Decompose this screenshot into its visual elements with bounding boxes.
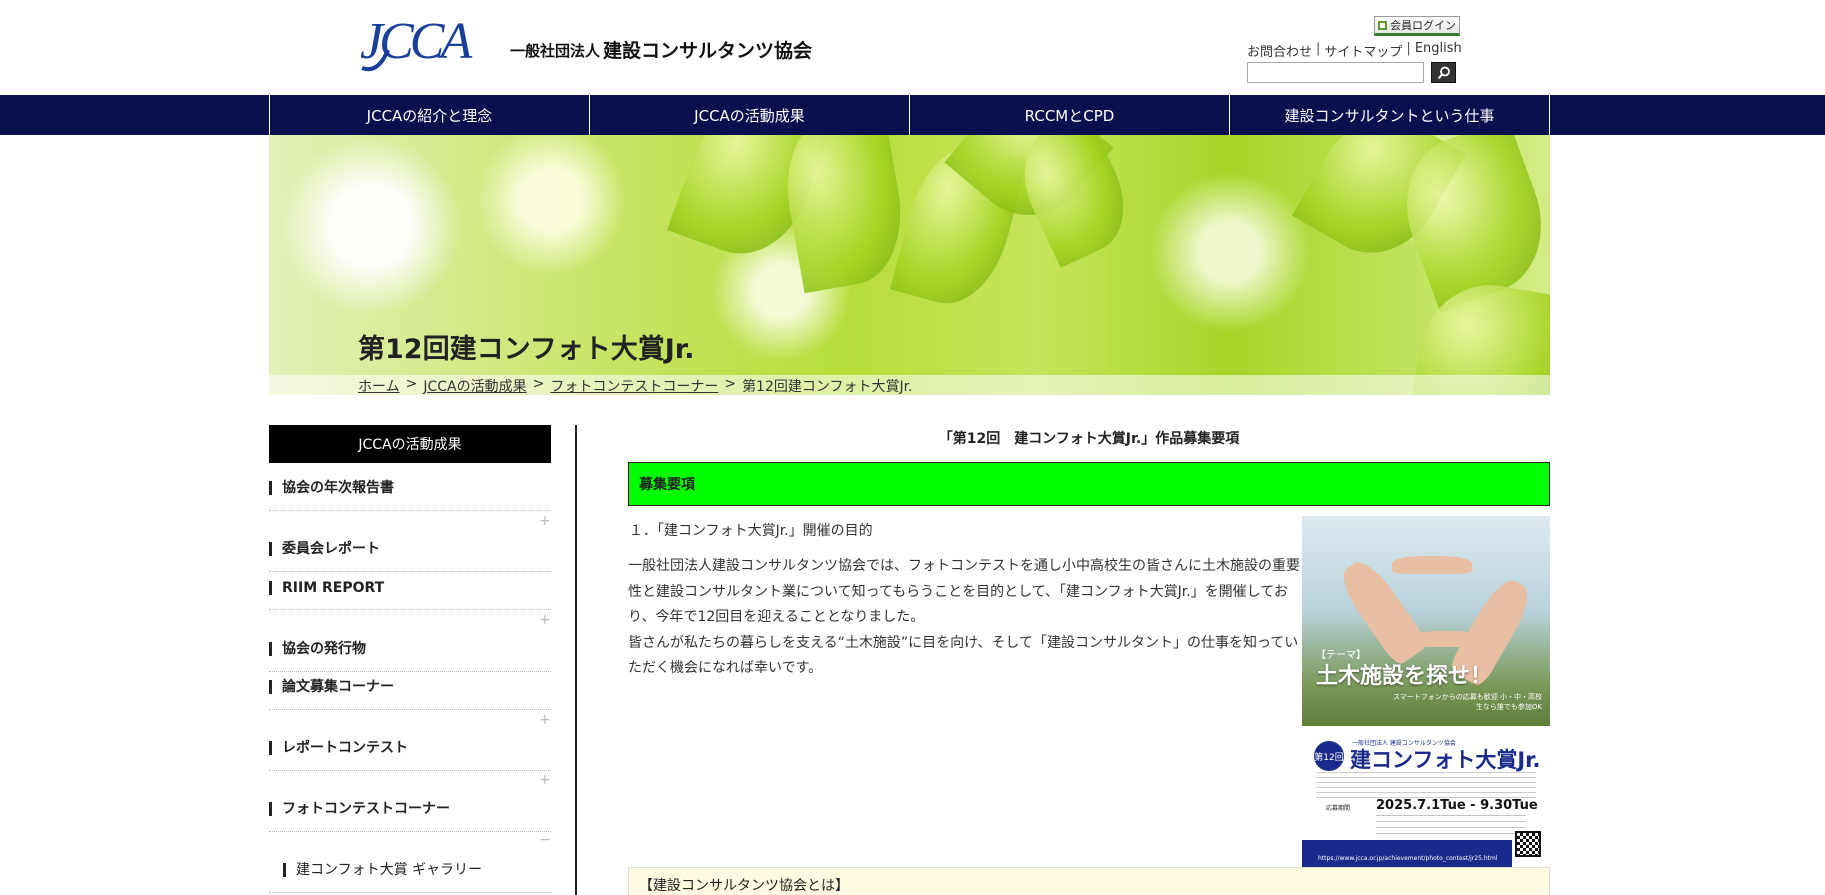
org-name[interactable]: 建設コンサルタンツ協会 xyxy=(603,36,812,63)
svg-text:JCCA: JCCA xyxy=(360,13,472,70)
search-input[interactable] xyxy=(1247,62,1424,83)
sidebar-item-photo-contest[interactable]: フォトコンテストコーナー xyxy=(269,802,551,816)
nav-item-consultant-work[interactable]: 建設コンサルタントという仕事 xyxy=(1230,95,1550,135)
collapse-icon[interactable]: − xyxy=(539,832,551,848)
page-title: 第12回建コンフォト大賞Jr. xyxy=(358,334,695,365)
jcca-logo[interactable]: JCCA xyxy=(358,10,493,75)
breadcrumb: ホーム > JCCAの活動成果 > フォトコンテストコーナー > 第12回建コン… xyxy=(358,376,913,396)
nav-item-achievements[interactable]: JCCAの活動成果 xyxy=(590,95,910,135)
sidebar-item-committee-report[interactable]: 委員会レポート xyxy=(269,542,551,556)
sidebar-item-publications[interactable]: 協会の発行物 xyxy=(269,642,551,656)
sidebar-item-riim-report[interactable]: RIIM REPORT xyxy=(269,581,551,595)
expand-icon[interactable]: + xyxy=(539,712,551,728)
contact-link[interactable]: お問合わせ xyxy=(1247,41,1312,60)
global-nav: JCCAの紹介と理念 JCCAの活動成果 RCCMとCPD 建設コンサルタントと… xyxy=(0,95,1825,135)
breadcrumb-photo-contest[interactable]: フォトコンテストコーナー xyxy=(550,376,718,396)
poster-contest-name: 建コンフォト大賞Jr. xyxy=(1350,748,1541,772)
breadcrumb-home[interactable]: ホーム xyxy=(358,376,400,396)
content-title: 「第12回 建コンフォト大賞Jr.」作品募集要項 xyxy=(938,431,1240,447)
about-association-box: 【建設コンサルタンツ協会とは】 xyxy=(628,867,1550,895)
search-icon xyxy=(1437,66,1450,79)
member-login-button[interactable]: 会員ログイン xyxy=(1374,16,1460,36)
english-link[interactable]: English xyxy=(1415,41,1462,60)
paragraph-purpose: 一般社団法人建設コンサルタンツ協会では、フォトコンテストを通し小中高校生の皆さん… xyxy=(628,558,1300,625)
site-header: JCCA 一般社団法人 建設コンサルタンツ協会 会員ログイン お問合わせ | サ… xyxy=(0,0,1825,95)
poster-subtext: スマートフォンからの応募も歓迎 小・中・高校生なら誰でも参加OK xyxy=(1392,693,1542,711)
body-text: 一般社団法人建設コンサルタンツ協会では、フォトコンテストを通し小中高校生の皆さん… xyxy=(628,554,1300,682)
poster-headline: 土木施設を探せ！ xyxy=(1316,664,1493,689)
section-heading-box: 募集要項 xyxy=(628,462,1550,506)
nav-item-rccm-cpd[interactable]: RCCMとCPD xyxy=(910,95,1230,135)
nav-item-about[interactable]: JCCAの紹介と理念 xyxy=(270,95,590,135)
poster-date-label: 応募期間 xyxy=(1326,805,1351,812)
breadcrumb-current: 第12回建コンフォト大賞Jr. xyxy=(742,379,913,395)
org-type-label: 一般社団法人 xyxy=(510,42,601,60)
sidebar-item-report-contest[interactable]: レポートコンテスト xyxy=(269,741,551,755)
sidebar-item-paper-corner[interactable]: 論文募集コーナー xyxy=(269,680,551,694)
sidebar-item-annual-report[interactable]: 協会の年次報告書 xyxy=(269,481,551,495)
utility-links: お問合わせ | サイトマップ | English xyxy=(1247,41,1462,60)
search-button[interactable] xyxy=(1431,62,1456,83)
expand-icon[interactable]: + xyxy=(539,612,551,628)
poster-url: https://www.jcca.or.jp/achievement/photo… xyxy=(1302,840,1512,867)
sidebar-item-photo-gallery[interactable]: 建コンフォト大賞 ギャラリー xyxy=(283,863,551,877)
section-subheading: １．「建コンフォト大賞Jr.」開催の目的 xyxy=(629,523,873,539)
contest-poster[interactable]: 【テーマ】 土木施設を探せ！ スマートフォンからの応募も歓迎 小・中・高校生なら… xyxy=(1302,516,1550,867)
poster-edition-badge: 第12回 xyxy=(1314,741,1344,771)
expand-icon[interactable]: + xyxy=(539,513,551,529)
login-icon xyxy=(1378,20,1387,30)
qr-code-icon xyxy=(1515,831,1541,857)
poster-date: 2025.7.1Tue - 9.30Tue xyxy=(1376,798,1538,813)
expand-icon[interactable]: + xyxy=(539,772,551,788)
member-login-label: 会員ログイン xyxy=(1390,19,1456,32)
breadcrumb-achievements[interactable]: JCCAの活動成果 xyxy=(423,376,526,396)
paragraph-invitation: 皆さんが私たちの暮らしを支える“土木施設”に目を向け、そして「建設コンサルタント… xyxy=(628,634,1299,677)
sidebar-heading[interactable]: JCCAの活動成果 xyxy=(269,425,551,463)
sitemap-link[interactable]: サイトマップ xyxy=(1324,41,1402,60)
